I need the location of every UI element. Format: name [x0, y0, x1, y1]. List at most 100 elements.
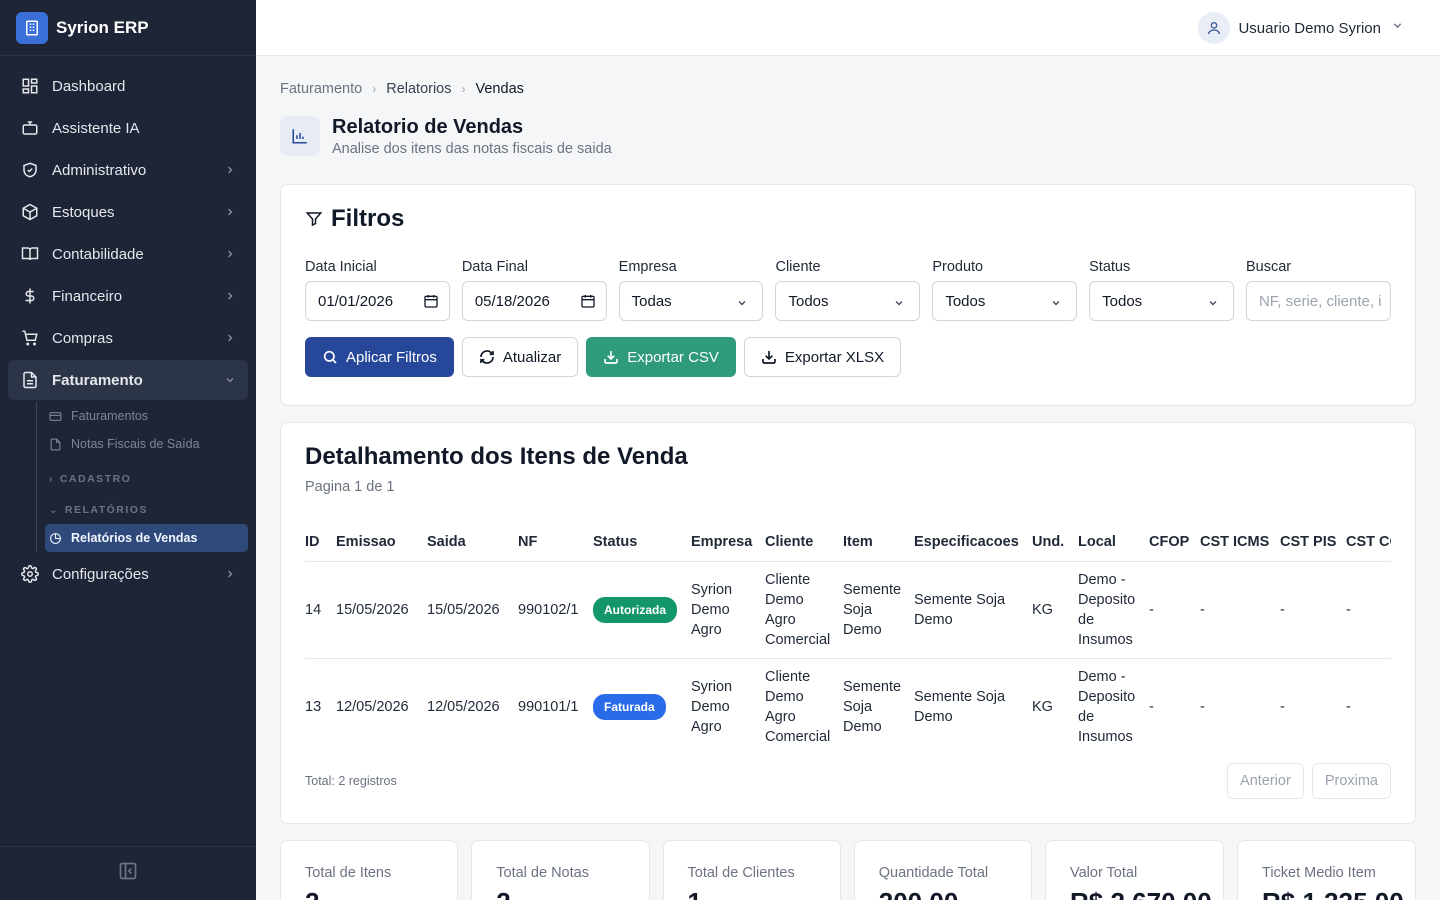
cell-cfop: - — [1149, 561, 1200, 659]
field-label: Empresa — [618, 259, 677, 275]
kpi-card-total-itens: Total de Itens 2 — [280, 840, 459, 900]
sidebar-item-compras[interactable]: Compras — [8, 318, 248, 358]
column-header[interactable]: ID — [305, 523, 336, 562]
column-header[interactable]: CST PIS — [1280, 523, 1346, 562]
kpi-label: Total de Itens — [305, 865, 392, 881]
table-row[interactable]: 13 12/05/2026 12/05/2026 990101/1 Fatura… — [305, 658, 1391, 755]
export-csv-button[interactable]: Exportar CSV — [586, 337, 736, 377]
apply-filters-button[interactable]: Aplicar Filtros — [305, 337, 454, 377]
empresa-select[interactable]: Todas — [618, 281, 764, 321]
table-title: Detalhamento dos Itens de Venda — [305, 443, 688, 470]
cell-especificacoes: Semente Soja Demo — [914, 688, 1006, 725]
chevron-down-icon — [1391, 19, 1404, 37]
cell-id: 13 — [305, 698, 322, 715]
breadcrumb-item[interactable]: Relatorios — [386, 81, 451, 97]
table-scroll-container[interactable]: ID Emissao Saida NF Status Empresa Clien… — [305, 523, 1391, 755]
column-header[interactable]: Status — [593, 523, 691, 562]
refresh-button[interactable]: Atualizar — [461, 337, 579, 377]
column-header[interactable]: CST ICMS — [1200, 523, 1280, 562]
bot-icon — [20, 118, 40, 138]
sidebar-item-estoques[interactable]: Estoques — [8, 192, 248, 232]
sidebar-item-contabilidade[interactable]: Contabilidade — [8, 234, 248, 274]
total-records: Total: 2 registros — [305, 774, 397, 788]
cliente-select[interactable]: Todos — [775, 281, 921, 321]
sidebar-item-administrativo[interactable]: Administrativo — [8, 150, 248, 190]
column-header[interactable]: NF — [518, 523, 593, 562]
cell-status: Faturada — [593, 658, 691, 755]
sidebar-group-relatorios[interactable]: ⌄ RELATÓRIOS — [45, 489, 248, 520]
sidebar-collapse-icon — [118, 861, 138, 886]
sidebar-nav: Dashboard Assistente IA Administrativo E… — [0, 56, 256, 606]
collapse-sidebar-button[interactable] — [0, 846, 256, 900]
column-header[interactable]: Empresa — [691, 523, 765, 562]
status-badge: Autorizada — [593, 596, 678, 623]
table-footer: Total: 2 registros Anterior Proxima — [305, 763, 1391, 799]
sidebar-item-label: Assistente IA — [52, 119, 140, 137]
sidebar-item-configuracoes[interactable]: Configurações — [8, 554, 248, 594]
sidebar-item-assistente[interactable]: Assistente IA — [8, 108, 248, 148]
column-header[interactable]: Local — [1078, 523, 1149, 562]
column-header[interactable]: Und. — [1032, 523, 1078, 562]
column-header[interactable]: Emissao — [336, 523, 427, 562]
sales-items-card: Detalhamento dos Itens de Venda Pagina 1… — [280, 422, 1416, 824]
sidebar: Syrion ERP Dashboard Assistente IA Admin… — [0, 0, 256, 900]
cell-und: KG — [1032, 698, 1053, 715]
filter-data-final: Data Final 05/18/2026 — [461, 259, 607, 321]
sidebar-subitem-notas[interactable]: Notas Fiscais de Saída — [45, 430, 248, 458]
sidebar-item-label: Configurações — [52, 565, 149, 583]
cell-empresa: Syrion Demo Agro — [691, 561, 765, 659]
breadcrumb-item[interactable]: Faturamento — [280, 81, 362, 97]
sidebar-item-financeiro[interactable]: Financeiro — [8, 276, 248, 316]
calendar-icon[interactable] — [580, 293, 596, 313]
chevron-right-icon — [224, 163, 236, 180]
search-input[interactable]: NF, serie, cliente, i — [1245, 281, 1391, 321]
column-header[interactable]: Saida — [427, 523, 518, 562]
data-inicial-input[interactable]: 01/01/2026 — [305, 281, 450, 321]
sidebar-subitem-relatorio-vendas[interactable]: Relatórios de Vendas — [45, 524, 248, 552]
column-header[interactable]: Cliente — [765, 523, 843, 562]
produto-select[interactable]: Todos — [932, 281, 1078, 321]
column-header[interactable]: CST COFINS — [1346, 523, 1391, 562]
kpi-row: Total de Itens 2 Total de Notas 2 Total … — [280, 840, 1416, 900]
column-header[interactable]: Especificacoes — [914, 523, 1032, 562]
sidebar-item-dashboard[interactable]: Dashboard — [8, 66, 248, 106]
sidebar-item-label: Compras — [52, 329, 113, 347]
cell-cliente: Cliente Demo Agro Comercial — [765, 561, 843, 659]
table-header-row: ID Emissao Saida NF Status Empresa Clien… — [305, 523, 1391, 562]
kpi-label: Total de Clientes — [687, 865, 795, 881]
cell-local: Demo - Deposito de Insumos — [1078, 668, 1136, 745]
export-xlsx-button[interactable]: Exportar XLSX — [743, 337, 902, 377]
dollar-icon — [20, 286, 40, 306]
calendar-icon[interactable] — [423, 293, 439, 313]
button-label: Exportar CSV — [627, 348, 719, 366]
field-value: Todos — [945, 292, 986, 310]
sidebar-group-cadastro[interactable]: › CADASTRO — [45, 458, 248, 489]
invoice-icon — [20, 370, 40, 390]
previous-page-button[interactable]: Anterior — [1227, 763, 1304, 799]
kpi-card-ticket-medio: Ticket Medio Item R$ 1.335,00 — [1237, 840, 1416, 900]
column-header[interactable]: CFOP — [1149, 523, 1200, 562]
user-name: Usuario Demo Syrion — [1238, 19, 1381, 37]
status-select[interactable]: Todos — [1089, 281, 1234, 321]
cell-cst-icms: - — [1200, 561, 1280, 659]
column-header[interactable]: Item — [843, 523, 914, 562]
kpi-label: Ticket Medio Item — [1262, 865, 1376, 881]
topbar: Usuario Demo Syrion — [256, 0, 1440, 56]
download-icon — [761, 349, 777, 365]
data-final-input[interactable]: 05/18/2026 — [461, 281, 607, 321]
user-menu[interactable]: Usuario Demo Syrion — [1198, 12, 1404, 44]
chevron-down-icon — [224, 373, 236, 390]
sidebar-subitem-faturamentos[interactable]: Faturamentos — [45, 402, 248, 430]
table-pagination-info: Pagina 1 de 1 — [305, 479, 395, 495]
cell-emissao: 12/05/2026 — [336, 698, 409, 715]
cell-nf: 990101/1 — [518, 698, 579, 715]
search-icon — [322, 349, 338, 365]
next-page-button[interactable]: Proxima — [1311, 763, 1391, 799]
page-subtitle: Analise dos itens das notas fiscais de s… — [332, 141, 612, 157]
table-row[interactable]: 14 15/05/2026 15/05/2026 990102/1 Autori… — [305, 561, 1391, 659]
chevron-right-icon: › — [49, 474, 54, 485]
sidebar-item-faturamento[interactable]: Faturamento — [8, 360, 248, 400]
kpi-value: R$ 1.335,00 — [1262, 887, 1404, 900]
brand[interactable]: Syrion ERP — [0, 0, 256, 56]
cell-cst-cofins: - — [1346, 561, 1391, 659]
